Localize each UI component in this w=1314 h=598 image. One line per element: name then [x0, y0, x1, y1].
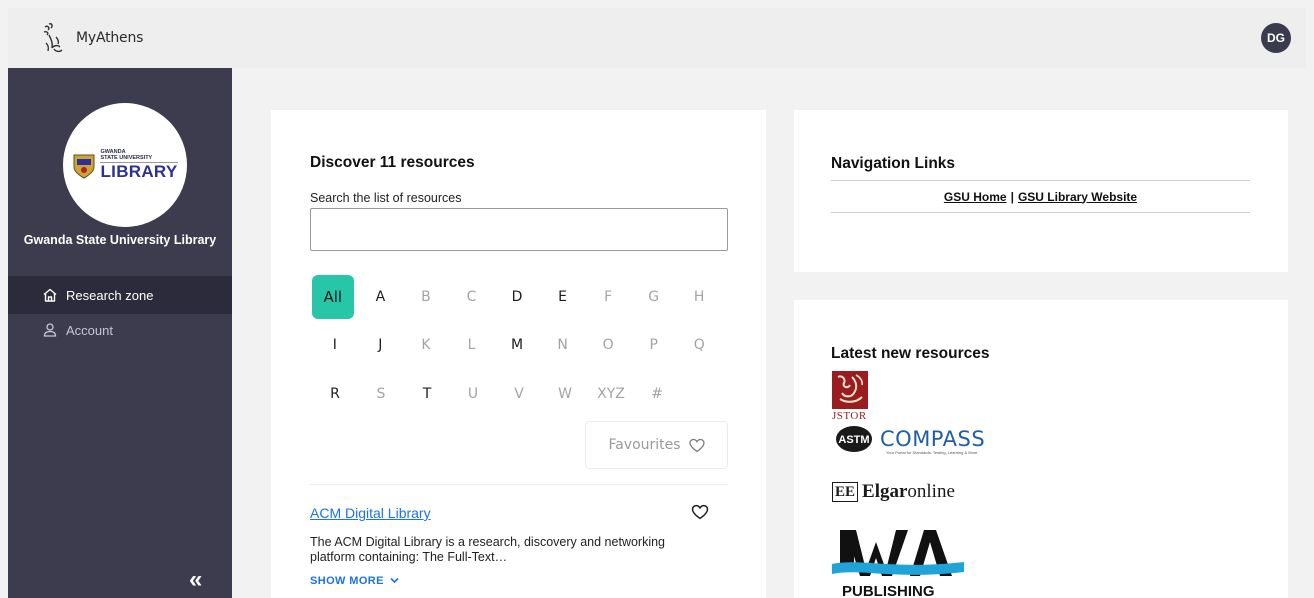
jstor-label: JSTOR	[832, 410, 867, 422]
home-icon	[43, 288, 57, 302]
letter-filter-h: H	[693, 289, 705, 305]
letter-filter-j[interactable]: J	[358, 337, 404, 353]
elgaronline-logo[interactable]: EE Elgar online	[832, 481, 955, 503]
letter-filter-m[interactable]: M	[494, 337, 540, 353]
compass-subtitle: Your Portal for Standards, Testing, Lear…	[886, 450, 978, 455]
letter-filter-u: U	[467, 386, 479, 402]
sidebar-item-research-zone[interactable]: Research zone	[8, 276, 232, 314]
letter-filter-l: L	[467, 337, 476, 353]
chevron-down-icon	[390, 577, 399, 584]
alphabet-row: IJ K L M N O P Q	[312, 323, 722, 367]
gsu-home-link[interactable]: GSU Home	[944, 190, 1007, 204]
athens-logo-icon	[43, 23, 63, 53]
divider	[310, 484, 728, 485]
navigation-links-card: Navigation Links GSU Home | GSU Library …	[794, 110, 1288, 272]
favourites-label: Favourites	[608, 437, 681, 453]
app-name: MyAthens	[76, 30, 144, 46]
jstor-logo[interactable]	[832, 371, 868, 409]
heart-icon	[688, 438, 705, 452]
resource-title-link[interactable]: ACM Digital Library	[310, 505, 431, 521]
resource-description: The ACM Digital Library is a research, d…	[310, 535, 666, 564]
letter-filter-e[interactable]: E	[540, 289, 586, 305]
collapse-sidebar-button[interactable]: «	[189, 566, 202, 594]
user-avatar[interactable]: DG	[1261, 23, 1291, 53]
iwa-publishing-text: PUBLISHING	[842, 583, 935, 598]
letter-filter-v: V	[514, 386, 524, 402]
astm-badge-icon: ASTM	[836, 426, 872, 452]
top-bar: MyAthens DG	[8, 8, 1306, 68]
letter-filter-f: F	[604, 289, 613, 305]
letter-filter-s: S	[376, 386, 386, 402]
sidebar-item-label: Research zone	[66, 287, 154, 303]
letter-filter-r[interactable]: R	[312, 386, 358, 402]
favourites-button[interactable]: Favourites	[585, 421, 728, 469]
alphabet-row: All A B C D E F G H	[312, 275, 722, 319]
letter-filter-k: K	[421, 337, 431, 353]
letter-filter-xyz: XYZ	[597, 386, 625, 402]
search-input[interactable]	[310, 208, 728, 251]
discover-card: Discover 11 resources Search the list of…	[271, 110, 766, 598]
compass-text: COMPASS	[880, 427, 986, 451]
elgar-rest: online	[907, 481, 955, 502]
letter-filter-t[interactable]: T	[404, 386, 450, 402]
letter-filter-n: N	[557, 337, 568, 353]
letter-filter-all[interactable]: All	[312, 275, 354, 319]
favourite-heart-icon[interactable]	[691, 504, 709, 520]
svg-text:ASTM: ASTM	[838, 434, 869, 446]
logo-text-big: LIBRARY	[100, 162, 178, 182]
latest-title: Latest new resources	[831, 345, 990, 362]
sidebar-item-label: Account	[66, 322, 113, 338]
user-icon	[43, 323, 57, 337]
search-label: Search the list of resources	[310, 191, 462, 205]
sidebar-item-account[interactable]: Account	[8, 314, 232, 346]
alphabet-row: R S T U V W XYZ #	[312, 372, 722, 416]
gsu-library-website-link[interactable]: GSU Library Website	[1018, 190, 1137, 204]
university-crest-icon	[73, 154, 95, 179]
letter-filter-g: G	[648, 289, 660, 305]
library-name: Gwanda State University Library	[23, 233, 217, 247]
letter-filter-o: O	[602, 337, 614, 353]
library-logo: GWANDA STATE UNIVERSITY LIBRARY	[63, 103, 187, 227]
show-more-button[interactable]: SHOW MORE	[310, 575, 399, 587]
latest-resources-card: Latest new resources JSTOR ASTM COMPASS …	[794, 300, 1288, 598]
show-more-label: SHOW MORE	[310, 575, 384, 587]
navigation-title: Navigation Links	[831, 155, 956, 172]
letter-filter-c: C	[466, 289, 477, 305]
letter-filter-b: B	[421, 289, 431, 305]
letter-filter-p: P	[649, 337, 658, 353]
letter-filter-i[interactable]: I	[312, 337, 358, 353]
discover-title: Discover 11 resources	[310, 154, 475, 171]
elgar-bold: Elgar	[862, 481, 908, 502]
letter-filter-d[interactable]: D	[494, 289, 540, 305]
ee-box: EE	[832, 482, 859, 502]
navigation-links: GSU Home | GSU Library Website	[831, 180, 1250, 213]
brand[interactable]: MyAthens	[36, 21, 143, 55]
link-separator: |	[1010, 189, 1014, 204]
letter-filter-q: Q	[693, 337, 705, 353]
letter-filter-a[interactable]: A	[358, 289, 404, 305]
sidebar: GWANDA STATE UNIVERSITY LIBRARY Gwanda S…	[8, 68, 232, 598]
logo-text-small: STATE UNIVERSITY	[100, 154, 153, 161]
iwa-publishing-logo[interactable]: PUBLISHING	[832, 520, 964, 598]
letter-filter-w: W	[558, 386, 572, 402]
letter-filter-hash: #	[651, 386, 663, 402]
